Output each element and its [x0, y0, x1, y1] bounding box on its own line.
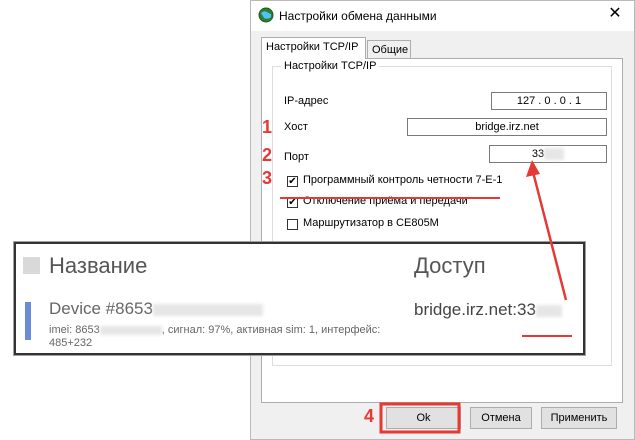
- device-redaction: [152, 303, 263, 316]
- cancel-button[interactable]: Отмена: [470, 407, 532, 429]
- annotation-4: 4: [364, 406, 375, 426]
- parity-label: Программный контроль четности 7-E-1: [303, 174, 503, 186]
- port-field[interactable]: 33: [489, 145, 607, 163]
- ip-address-field[interactable]: 127 . 0 . 0 . 1: [491, 92, 607, 110]
- close-icon[interactable]: ✕: [606, 5, 624, 23]
- port-value: 33: [531, 148, 545, 160]
- ip-label: IP-адрес: [284, 95, 329, 107]
- meta-text: , сигнал: 97%, активная sim: 1, интерфей…: [161, 324, 381, 336]
- select-checkbox[interactable]: [23, 257, 40, 274]
- access-text: bridge.irz.net:33: [414, 300, 536, 319]
- router-label: Маршрутизатор в CE805M: [303, 217, 439, 229]
- annotation-1: 1: [262, 117, 273, 137]
- ok-button[interactable]: Ok: [386, 407, 461, 429]
- device-meta: imei: 8653 , сигнал: 97%, активная sim: 1…: [49, 324, 419, 350]
- port-redaction: [544, 148, 565, 161]
- device-card: Название Доступ Device #8653 imei: 8653,…: [13, 241, 586, 356]
- apply-button[interactable]: Применить: [541, 407, 617, 429]
- tab-general[interactable]: Общие: [367, 40, 411, 59]
- device-name-text: Device #8653: [49, 299, 153, 318]
- disable-rxtx-checkbox[interactable]: ✔: [287, 197, 298, 208]
- dialog-client: Настройки TCP/IP Общие Настройки TCP/IP …: [251, 31, 634, 439]
- annotation-3: 3: [262, 168, 273, 188]
- host-field[interactable]: bridge.irz.net: [407, 118, 607, 136]
- imei-redaction: [99, 325, 162, 335]
- imei-text: imei: 8653: [49, 324, 100, 336]
- annotation-2: 2: [262, 145, 273, 165]
- port-label: Порт: [284, 151, 309, 163]
- group-title: Настройки TCP/IP: [281, 60, 380, 72]
- parity-checkbox[interactable]: ✔: [287, 176, 298, 187]
- tab-tcpip[interactable]: Настройки TCP/IP: [261, 37, 366, 59]
- host-label: Хост: [284, 121, 308, 133]
- router-checkbox[interactable]: [287, 219, 298, 230]
- status-stripe: [25, 302, 31, 340]
- access-column-header: Доступ: [414, 253, 486, 278]
- access-redaction: [535, 304, 562, 317]
- device-card-inner: Название Доступ Device #8653 imei: 8653,…: [17, 245, 582, 352]
- title-bar: Настройки обмена данными ✕: [251, 1, 634, 31]
- globe-icon: [258, 7, 274, 23]
- disable-rxtx-label: Отключение приёма и передачи: [303, 195, 468, 207]
- access-value[interactable]: bridge.irz.net:33: [414, 300, 562, 320]
- name-column-header: Название: [49, 253, 148, 278]
- settings-dialog: Настройки обмена данными ✕ Настройки TCP…: [250, 0, 635, 440]
- device-name[interactable]: Device #8653: [49, 299, 263, 319]
- dialog-title: Настройки обмена данными: [279, 9, 437, 23]
- interface-text: 485+232: [49, 337, 93, 349]
